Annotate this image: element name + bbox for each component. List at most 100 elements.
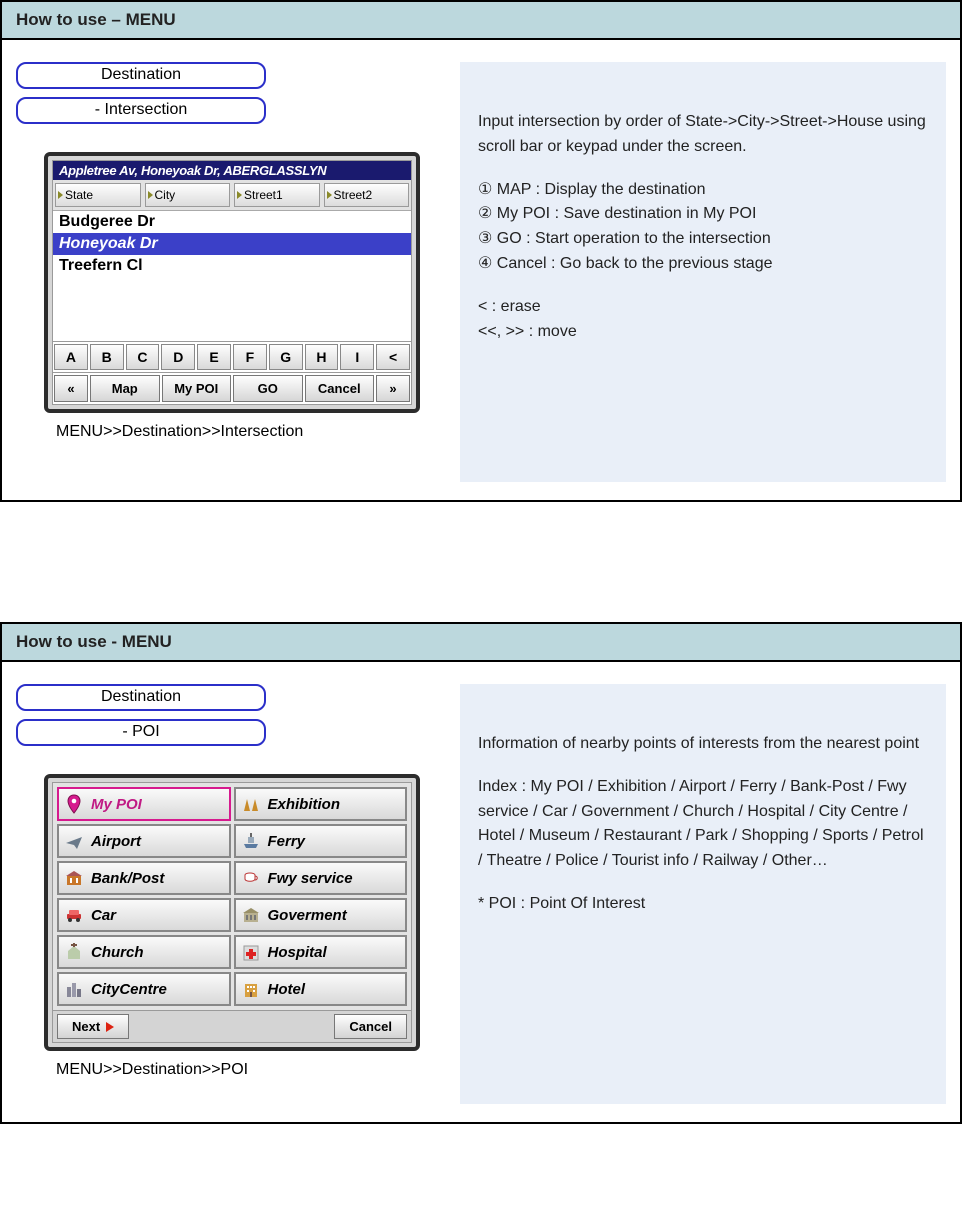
key-b[interactable]: B [90,344,124,370]
chevron-right-icon [327,191,332,199]
cancel-button[interactable]: Cancel [334,1014,407,1039]
pill-poi[interactable]: - POI [16,719,266,746]
gps-keypad-row: A B C D E F G H I < [53,341,411,372]
desc-item: ② My POI : Save destination in My POI [478,202,928,227]
gps-screen: My POI Exhibition Airport Ferry Bank/Post Fwy… [52,782,412,1043]
poi-cell-bank-post[interactable]: Bank/Post [57,861,231,895]
section-body: Destination - Intersection Appletree Av,… [2,40,960,500]
desc-item: ③ GO : Start operation to the intersecti… [478,227,928,252]
hospital-icon [240,941,262,963]
next-button[interactable]: Next [57,1014,129,1039]
pill-intersection[interactable]: - Intersection [16,97,266,124]
desc-hint: <<, >> : move [478,320,928,345]
tab-city[interactable]: City [145,183,231,207]
poi-cell-label: Hospital [268,944,327,961]
desc-intro: Input intersection by order of State->Ci… [478,110,928,160]
chevron-right-icon [148,191,153,199]
list-item-selected[interactable]: Honeyoak Dr [53,233,411,255]
tab-label: Street1 [244,188,283,202]
gps-bottom-row: « Map My POI GO Cancel » [53,372,411,404]
key-a[interactable]: A [54,344,88,370]
poi-cell-label: Goverment [268,907,347,924]
left-column: Destination - POI My POI Exhibition Airpor… [16,684,436,1079]
list-item[interactable]: Budgeree Dr [53,211,411,233]
poi-cell-car[interactable]: Car [57,898,231,932]
desc-hint: < : erase [478,295,928,320]
breadcrumb-caption: MENU>>Destination>>POI [56,1061,436,1079]
plane-icon [63,830,85,852]
left-column: Destination - Intersection Appletree Av,… [16,62,436,441]
list-item[interactable]: Treefern Cl [53,255,411,277]
poi-cell-label: Fwy service [268,870,353,887]
pill-destination[interactable]: Destination [16,684,266,711]
key-i[interactable]: I [340,344,374,370]
button-label: Next [72,1019,100,1034]
desc-item: ④ Cancel : Go back to the previous stage [478,252,928,277]
gps-address-bar: Appletree Av, Honeyoak Dr, ABERGLASSLYN [53,161,411,180]
poi-cell-label: Airport [91,833,141,850]
pin-icon [63,793,85,815]
section-body: Destination - POI My POI Exhibition Airpor… [2,662,960,1122]
poi-cell-label: Bank/Post [91,870,164,887]
key-f[interactable]: F [233,344,267,370]
exhib-icon [240,793,262,815]
poi-cell-church[interactable]: Church [57,935,231,969]
tab-label: City [155,188,176,202]
car-icon [63,904,85,926]
tab-label: State [65,188,93,202]
map-button[interactable]: Map [90,375,160,402]
chevron-right-icon [237,191,242,199]
cup-icon [240,867,262,889]
gps-tabs-row: State City Street1 Street2 [53,180,411,211]
poi-cell-exhibition[interactable]: Exhibition [234,787,408,821]
tab-street2[interactable]: Street2 [324,183,410,207]
key-erase[interactable]: < [376,344,410,370]
key-e[interactable]: E [197,344,231,370]
poi-cell-goverment[interactable]: Goverment [234,898,408,932]
description-panel: Information of nearby points of interest… [460,684,946,1104]
tab-street1[interactable]: Street1 [234,183,320,207]
poi-cell-label: CityCentre [91,981,167,998]
desc-note: * POI : Point Of Interest [478,892,928,917]
poi-cell-label: Church [91,944,144,961]
desc-index: Index : My POI / Exhibition / Airport / … [478,775,928,874]
poi-grid: My POI Exhibition Airport Ferry Bank/Post Fwy… [53,783,411,1010]
key-d[interactable]: D [161,344,195,370]
poi-cell-label: Ferry [268,833,306,850]
key-h[interactable]: H [305,344,339,370]
poi-cell-fwy-service[interactable]: Fwy service [234,861,408,895]
prev-button[interactable]: « [54,375,88,402]
gps-screen: Appletree Av, Honeyoak Dr, ABERGLASSLYN … [52,160,412,405]
key-c[interactable]: C [126,344,160,370]
poi-cell-hotel[interactable]: Hotel [234,972,408,1006]
poi-cell-label: Car [91,907,116,924]
poi-cell-airport[interactable]: Airport [57,824,231,858]
poi-cell-ferry[interactable]: Ferry [234,824,408,858]
poi-cell-hospital[interactable]: Hospital [234,935,408,969]
breadcrumb-caption: MENU>>Destination>>Intersection [56,423,436,441]
go-button[interactable]: GO [233,375,303,402]
chevron-right-icon [58,191,63,199]
hotel-icon [240,978,262,1000]
poi-cell-label: Exhibition [268,796,341,813]
gps-device: Appletree Av, Honeyoak Dr, ABERGLASSLYN … [44,152,420,413]
key-g[interactable]: G [269,344,303,370]
section-intersection: How to use – MENU Destination - Intersec… [0,0,962,502]
church-icon [63,941,85,963]
tab-label: Street2 [334,188,373,202]
pill-destination[interactable]: Destination [16,62,266,89]
desc-intro: Information of nearby points of interest… [478,732,928,757]
poi-footer: Next Cancel [53,1010,411,1042]
city-icon [63,978,85,1000]
poi-cell-citycentre[interactable]: CityCentre [57,972,231,1006]
next-button[interactable]: » [376,375,410,402]
bank-icon [63,867,85,889]
poi-cell-my-poi[interactable]: My POI [57,787,231,821]
gps-device: My POI Exhibition Airport Ferry Bank/Post Fwy… [44,774,420,1051]
poi-cell-label: Hotel [268,981,306,998]
section-title: How to use - MENU [2,624,960,662]
mypoi-button[interactable]: My POI [162,375,232,402]
gps-results-list: Budgeree Dr Honeyoak Dr Treefern Cl [53,211,411,341]
cancel-button[interactable]: Cancel [305,375,375,402]
tab-state[interactable]: State [55,183,141,207]
